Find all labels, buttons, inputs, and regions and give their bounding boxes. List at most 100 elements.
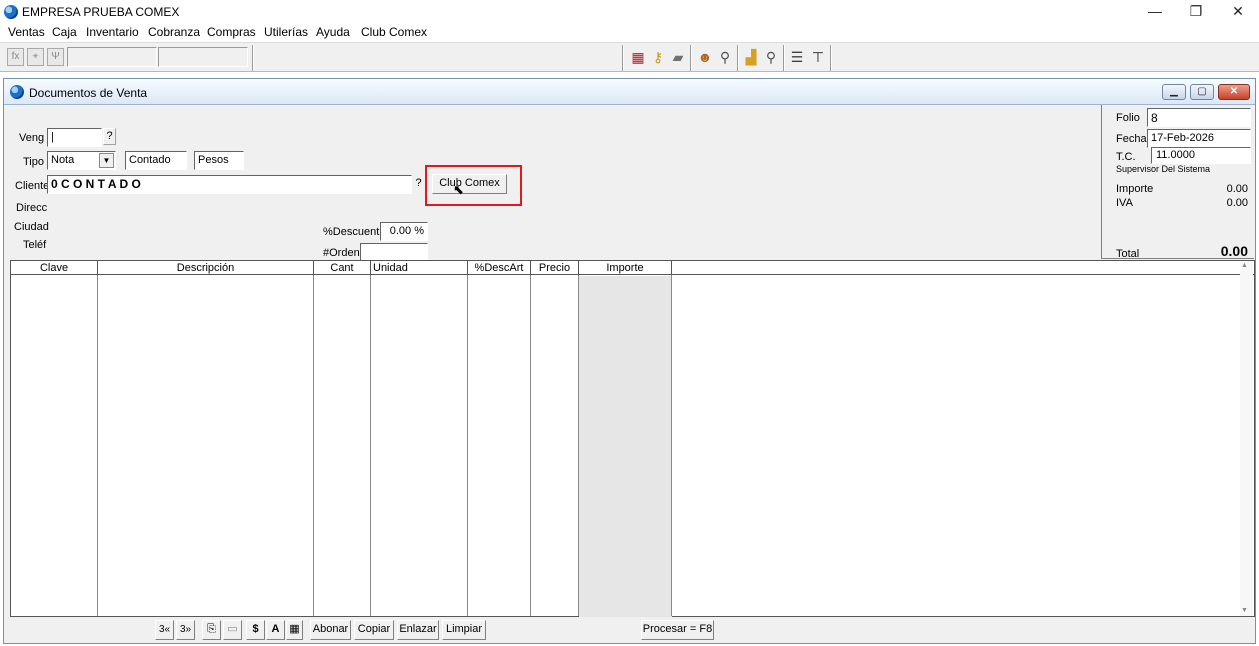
window-title-bar: Documentos de Venta ▁ ▢ ✕ bbox=[4, 79, 1255, 105]
scroll-up-icon[interactable]: ▲ bbox=[1241, 262, 1248, 269]
copy-icon-button[interactable]: ⎘ bbox=[202, 620, 221, 640]
grid-header: Clave Descripción Cant Unidad %DescArt P… bbox=[11, 261, 1254, 275]
grid-divider bbox=[671, 275, 672, 616]
toolbar-field-2[interactable] bbox=[158, 47, 248, 67]
fecha-input[interactable]: 17-Feb-2026 bbox=[1147, 129, 1251, 148]
club-comex-button[interactable]: Club Comex bbox=[432, 174, 507, 194]
menu-club-comex[interactable]: Club Comex bbox=[361, 25, 427, 39]
window-minimize-button[interactable]: ▁ bbox=[1162, 84, 1186, 100]
app-logo-icon bbox=[4, 5, 18, 19]
items-grid[interactable]: Clave Descripción Cant Unidad %DescArt P… bbox=[10, 260, 1255, 617]
abonar-button[interactable]: Abonar bbox=[310, 620, 351, 640]
orden-label: #Orden bbox=[323, 247, 360, 259]
column-importe[interactable]: Importe bbox=[579, 261, 672, 275]
iva-label: IVA bbox=[1116, 197, 1133, 209]
scroll-down-icon[interactable]: ▼ bbox=[1241, 607, 1248, 614]
crosshair-button[interactable]: ⌖ bbox=[27, 48, 44, 66]
total-label: Total bbox=[1116, 248, 1140, 260]
font-button[interactable]: A bbox=[266, 620, 285, 640]
list-icon[interactable]: ☰ bbox=[787, 47, 807, 68]
search-icon[interactable]: ⚲ bbox=[715, 47, 735, 68]
grid-divider bbox=[313, 275, 314, 616]
tc-input[interactable]: 11.0000 bbox=[1151, 147, 1251, 164]
importe-value: 0.00 bbox=[1226, 183, 1248, 195]
restore-button[interactable]: ❐ bbox=[1174, 0, 1218, 24]
toolbar-separator bbox=[252, 45, 254, 71]
procesar-button[interactable]: Procesar = F8 bbox=[641, 620, 714, 640]
veng-input[interactable]: | bbox=[47, 128, 102, 147]
column-clave[interactable]: Clave bbox=[11, 261, 98, 275]
cliente-label: Cliente bbox=[15, 180, 50, 192]
menu-utilerias[interactable]: Utilerías bbox=[264, 25, 308, 39]
mouse-cursor-icon: ⬉ bbox=[453, 182, 464, 197]
menu-caja[interactable]: Caja bbox=[52, 25, 77, 39]
toolbar-field-1[interactable] bbox=[67, 47, 157, 67]
insert-row-button[interactable]: 3« bbox=[155, 620, 174, 640]
grid-divider bbox=[97, 275, 98, 616]
column-descart[interactable]: %DescArt bbox=[468, 261, 531, 275]
disabled-icon-button[interactable]: ▭ bbox=[223, 620, 242, 640]
close-button[interactable]: ✕ bbox=[1216, 0, 1259, 24]
copiar-button[interactable]: Copiar bbox=[354, 620, 394, 640]
currency-field[interactable]: Pesos bbox=[194, 151, 244, 170]
currency-button[interactable]: $ bbox=[246, 620, 265, 640]
fecha-label: Fecha bbox=[1116, 133, 1147, 145]
contado-field[interactable]: Contado bbox=[125, 151, 187, 170]
cliente-input[interactable]: 0 C O N T A D O bbox=[47, 175, 412, 194]
cliente-help-button[interactable]: ? bbox=[412, 176, 425, 193]
tc-label: T.C. bbox=[1116, 151, 1136, 163]
tipo-select[interactable]: Nota ▼ bbox=[47, 151, 116, 170]
menu-inventario[interactable]: Inventario bbox=[86, 25, 139, 39]
column-cant[interactable]: Cant bbox=[314, 261, 371, 275]
tipo-label: Tipo bbox=[23, 156, 44, 168]
enlazar-button[interactable]: Enlazar bbox=[397, 620, 439, 640]
documentos-de-venta-window: Documentos de Venta ▁ ▢ ✕ Veng | ? Tipo … bbox=[3, 78, 1256, 644]
toolbar-separator bbox=[690, 45, 692, 71]
app-title-bar: EMPRESA PRUEBA COMEX — ❐ ✕ bbox=[0, 0, 1259, 24]
total-value: 0.00 bbox=[1220, 243, 1248, 259]
menu-cobranza[interactable]: Cobranza bbox=[148, 25, 200, 39]
menu-ventas[interactable]: Ventas bbox=[8, 25, 45, 39]
calculator-button[interactable]: ▦ bbox=[286, 620, 303, 640]
importe-label: Importe bbox=[1116, 183, 1154, 195]
fork-button[interactable]: Ψ bbox=[47, 48, 64, 66]
window-restore-button[interactable]: ▢ bbox=[1190, 84, 1214, 100]
menu-bar: Ventas Caja Inventario Cobranza Compras … bbox=[0, 24, 1259, 42]
calculator-icon[interactable]: ▦ bbox=[628, 47, 648, 68]
importe-column-shade bbox=[579, 276, 672, 617]
key-icon[interactable]: ⚷ bbox=[648, 47, 668, 68]
toolbar: fx ⌖ Ψ ▦ ⚷ ▰ ☻ ⚲ ▟ ⚲ ☰ ⊤ bbox=[0, 42, 1259, 72]
folder-icon[interactable]: ▰ bbox=[668, 47, 688, 68]
window-title: Documentos de Venta bbox=[29, 86, 148, 100]
toolbar-separator bbox=[622, 45, 624, 71]
boxes-icon[interactable]: ▟ bbox=[741, 47, 761, 68]
minimize-button[interactable]: — bbox=[1133, 0, 1177, 24]
grid-divider bbox=[578, 275, 579, 616]
function-button[interactable]: fx bbox=[7, 48, 24, 66]
descuento-input[interactable]: 0.00 % bbox=[380, 222, 428, 241]
folio-input[interactable]: 8 bbox=[1147, 108, 1251, 127]
menu-ayuda[interactable]: Ayuda bbox=[316, 25, 350, 39]
delete-row-button[interactable]: 3» bbox=[176, 620, 195, 640]
search-icon[interactable]: ⚲ bbox=[761, 47, 781, 68]
descuento-label: %Descuent bbox=[323, 226, 380, 238]
app-title: EMPRESA PRUEBA COMEX bbox=[22, 5, 180, 19]
column-unidad[interactable]: Unidad bbox=[371, 261, 468, 275]
limpiar-button[interactable]: Limpiar bbox=[442, 620, 486, 640]
toolbar-separator bbox=[830, 45, 832, 71]
iva-value: 0.00 bbox=[1226, 197, 1248, 209]
exit-icon[interactable]: ⊤ bbox=[808, 47, 828, 68]
grid-scrollbar[interactable]: ▲ ▼ bbox=[1240, 262, 1253, 616]
veng-label: Veng bbox=[19, 132, 45, 144]
menu-compras[interactable]: Compras bbox=[207, 25, 256, 39]
grid-divider bbox=[530, 275, 531, 616]
tipo-value: Nota bbox=[51, 154, 75, 166]
direcc-label: Direcc bbox=[16, 202, 48, 214]
user-icon[interactable]: ☻ bbox=[695, 47, 715, 68]
grid-divider bbox=[467, 275, 468, 616]
column-descripcion[interactable]: Descripción bbox=[98, 261, 314, 275]
column-precio[interactable]: Precio bbox=[531, 261, 579, 275]
chevron-down-icon[interactable]: ▼ bbox=[99, 153, 114, 168]
veng-help-button[interactable]: ? bbox=[103, 128, 116, 145]
window-close-button[interactable]: ✕ bbox=[1218, 84, 1250, 100]
